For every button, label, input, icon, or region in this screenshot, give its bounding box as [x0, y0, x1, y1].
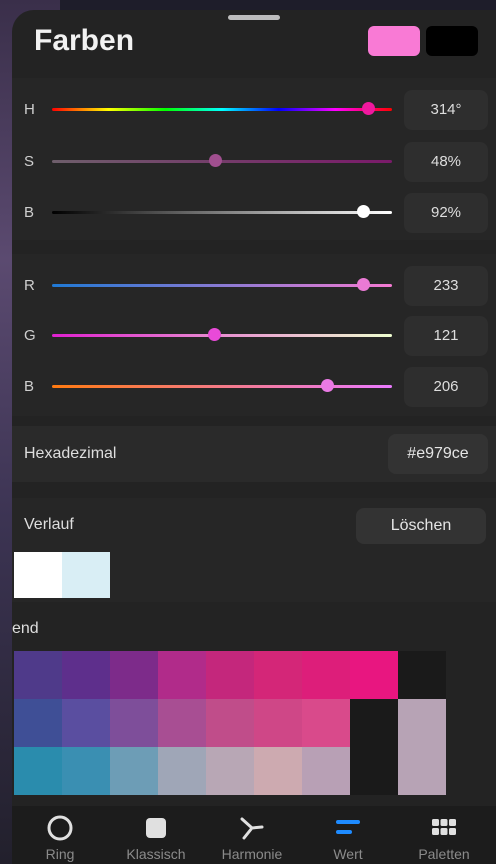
hue-value-field[interactable]: 314°: [404, 90, 488, 130]
rgb-sliders: R 233 G 121 B 206: [12, 254, 496, 416]
palette-swatch[interactable]: [254, 747, 302, 795]
green-slider-track[interactable]: [52, 334, 392, 337]
panel-title: Farben: [34, 24, 135, 57]
brightness-value-field[interactable]: 92%: [404, 193, 488, 233]
slider-label-g: G: [24, 327, 36, 344]
blue-slider-track[interactable]: [52, 385, 392, 388]
color-palette: [14, 651, 446, 795]
tab-label-ring: Ring: [45, 846, 75, 862]
palette-swatch[interactable]: [254, 651, 302, 699]
palette-swatch[interactable]: [206, 651, 254, 699]
clear-history-button[interactable]: Löschen: [356, 508, 486, 544]
palette-swatch[interactable]: [350, 699, 398, 747]
history-swatches: [14, 552, 110, 598]
hex-input[interactable]: #e979ce: [388, 434, 488, 474]
tab-wert[interactable]: Wert: [300, 806, 396, 864]
palette-swatch[interactable]: [14, 747, 62, 795]
palette-swatch[interactable]: [350, 747, 398, 795]
palette-swatch[interactable]: [14, 651, 62, 699]
slider-label-blue: B: [24, 378, 35, 395]
history-swatch[interactable]: [62, 552, 110, 598]
palette-swatch[interactable]: [398, 699, 446, 747]
palette-swatch[interactable]: [62, 747, 110, 795]
brightness-slider-thumb[interactable]: [357, 205, 371, 218]
palette-swatch[interactable]: [206, 699, 254, 747]
palette-swatch[interactable]: [110, 747, 158, 795]
hue-slider-thumb[interactable]: [362, 102, 376, 115]
grid-icon: [432, 819, 456, 835]
slider-row-g: G 121: [12, 314, 496, 358]
slider-row-r: R 233: [12, 264, 496, 308]
slider-label-s: S: [24, 153, 35, 170]
sliders-icon: [336, 820, 360, 834]
slider-row-brightness: B 92%: [12, 191, 496, 235]
brightness-slider-track[interactable]: [52, 211, 392, 214]
slider-row-h: H 314°: [12, 88, 496, 132]
palette-swatch[interactable]: [158, 747, 206, 795]
square-icon: [146, 818, 166, 838]
history-label: Verlauf: [24, 516, 74, 533]
hsb-sliders: H 314° S 48% B 92%: [12, 78, 496, 240]
hue-slider-track[interactable]: [52, 108, 392, 111]
tab-paletten[interactable]: Paletten: [396, 806, 492, 864]
palette-swatch[interactable]: [62, 651, 110, 699]
tab-label-klassisch: Klassisch: [126, 846, 186, 862]
blue-value-field[interactable]: 206: [404, 367, 488, 407]
green-value-field[interactable]: 121: [404, 316, 488, 356]
palette-swatch[interactable]: [302, 747, 350, 795]
color-mode-tabbar: Ring Klassisch Harmonie Wert Paletten: [12, 806, 496, 864]
palette-swatch[interactable]: [110, 651, 158, 699]
saturation-value-field[interactable]: 48%: [404, 142, 488, 182]
palette-swatch[interactable]: [158, 699, 206, 747]
secondary-color-swatch[interactable]: [426, 26, 478, 56]
palette-swatch[interactable]: [302, 699, 350, 747]
slider-label-brightness: B: [24, 204, 35, 221]
drag-handle[interactable]: [228, 15, 280, 20]
palette-swatch[interactable]: [62, 699, 110, 747]
hex-label: Hexadezimal: [24, 445, 117, 462]
saturation-slider-thumb[interactable]: [209, 154, 223, 167]
primary-color-swatch[interactable]: [368, 26, 420, 56]
tab-label-harmonie: Harmonie: [221, 846, 283, 862]
colors-panel: Farben H 314° S 48% B 92% R 233 G 121 B …: [12, 10, 496, 864]
slider-row-s: S 48%: [12, 140, 496, 184]
red-slider-thumb[interactable]: [356, 278, 370, 291]
hex-row: Hexadezimal #e979ce: [12, 426, 496, 482]
tab-klassisch[interactable]: Klassisch: [108, 806, 204, 864]
palette-swatch[interactable]: [398, 747, 446, 795]
slider-label-h: H: [24, 101, 35, 118]
palette-swatch[interactable]: [254, 699, 302, 747]
tab-ring[interactable]: Ring: [12, 806, 108, 864]
palette-swatch[interactable]: [350, 651, 398, 699]
tab-harmonie[interactable]: Harmonie: [204, 806, 300, 864]
history-section: Verlauf Löschen: [12, 498, 496, 602]
palette-swatch[interactable]: [110, 699, 158, 747]
palette-swatch[interactable]: [14, 699, 62, 747]
blue-slider-thumb[interactable]: [320, 379, 334, 392]
palette-swatch[interactable]: [302, 651, 350, 699]
tab-label-paletten: Paletten: [418, 846, 470, 862]
circle-outline-icon: [47, 815, 73, 841]
palette-title: end: [12, 620, 39, 637]
harmonie-icon: [240, 817, 264, 840]
red-slider-track[interactable]: [52, 284, 392, 287]
palette-swatch[interactable]: [206, 747, 254, 795]
slider-label-r: R: [24, 277, 35, 294]
green-slider-thumb[interactable]: [207, 328, 221, 341]
tab-label-wert: Wert: [333, 846, 363, 862]
palette-swatch[interactable]: [398, 651, 446, 699]
palette-swatch[interactable]: [158, 651, 206, 699]
history-swatch[interactable]: [14, 552, 62, 598]
slider-row-blue: B 206: [12, 365, 496, 409]
red-value-field[interactable]: 233: [404, 266, 488, 306]
